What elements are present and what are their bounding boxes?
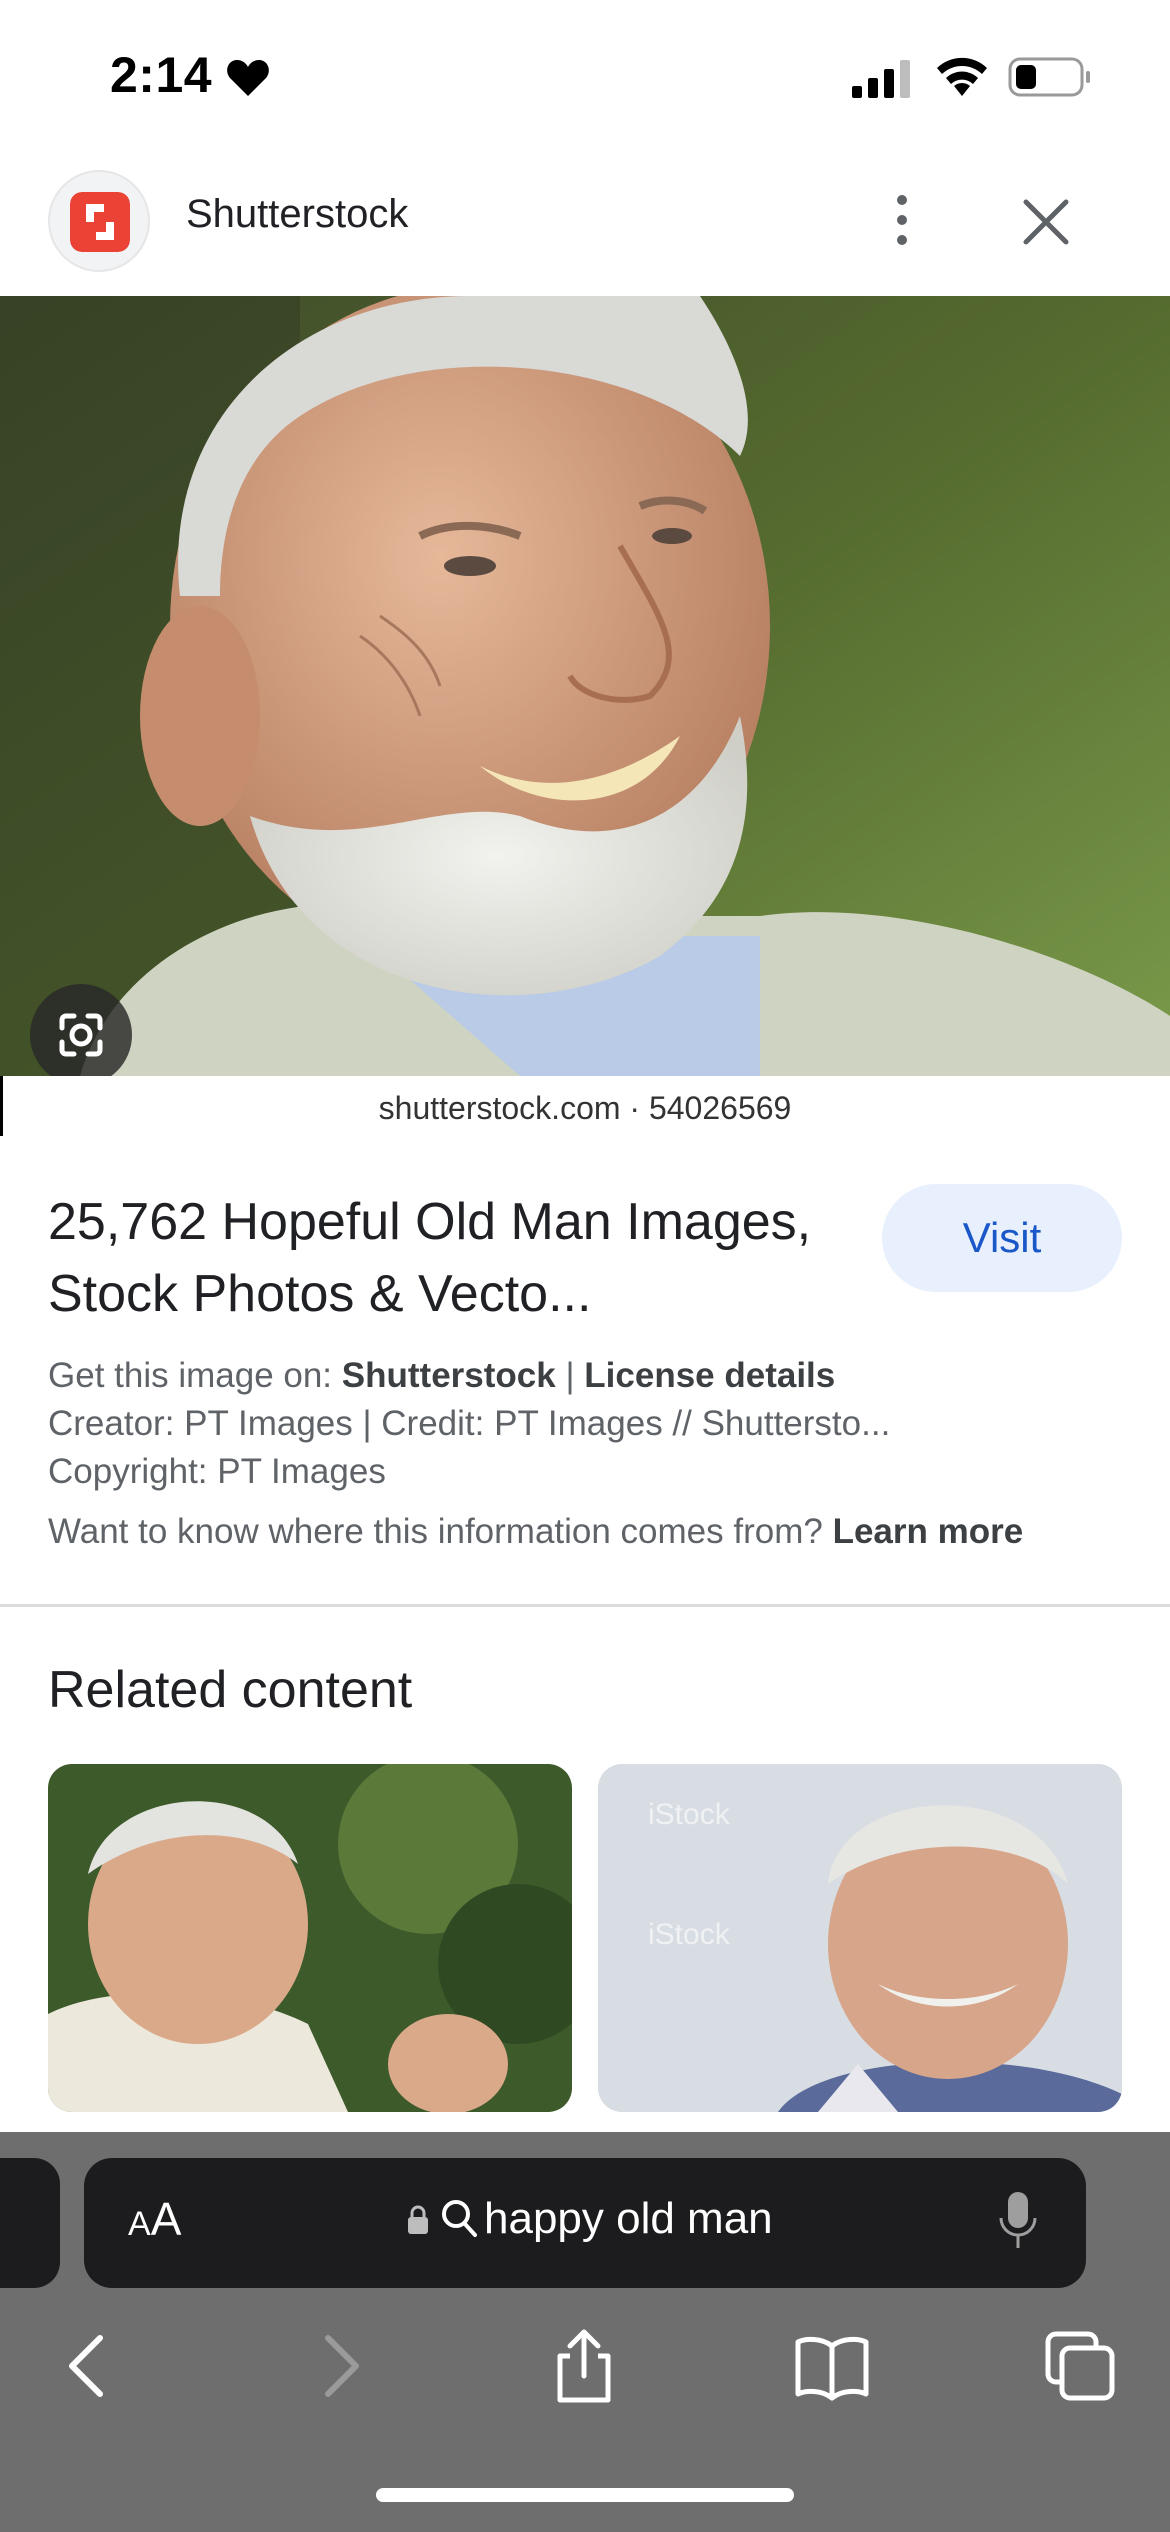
source-prefix: Get this image on:: [48, 1356, 333, 1395]
related-thumbnail[interactable]: [48, 1764, 572, 2112]
lens-icon: [59, 1013, 103, 1057]
status-bar: 2:14: [0, 0, 1170, 150]
info-source-line: Want to know where this information come…: [48, 1512, 1023, 1552]
shutterstock-logo-icon: [48, 170, 150, 272]
wifi-icon: [937, 57, 987, 96]
visit-button[interactable]: Visit: [882, 1184, 1122, 1292]
cellular-signal-icon: [852, 60, 910, 98]
related-thumbnail[interactable]: iStock iStock: [598, 1764, 1122, 2112]
bookmarks-icon[interactable]: [792, 2326, 872, 2406]
lock-icon: [408, 2205, 428, 2234]
main-image[interactable]: [0, 296, 1170, 1076]
creator-line: Creator: PT Images | Credit: PT Images /…: [48, 1404, 891, 1443]
more-options-icon[interactable]: [880, 190, 924, 250]
divider: [0, 1604, 1170, 1607]
aa-small: A: [128, 2205, 151, 2243]
forward-icon[interactable]: [300, 2326, 380, 2406]
previous-tab-edge[interactable]: [0, 2158, 60, 2288]
source-line: Get this image on: Shutterstock | Licens…: [48, 1356, 835, 1396]
heart-icon: [227, 60, 269, 96]
separator: |: [565, 1356, 575, 1395]
source-link[interactable]: Shutterstock: [342, 1356, 556, 1395]
result-title[interactable]: 25,762 Hopeful Old Man Images, Stock Pho…: [48, 1186, 868, 1330]
thumb-watermark: iStock: [648, 1918, 731, 1951]
back-icon[interactable]: [48, 2326, 128, 2406]
share-icon[interactable]: [544, 2326, 624, 2406]
info-question: Want to know where this information come…: [48, 1512, 823, 1551]
status-time: 2:14: [110, 47, 213, 103]
reader-settings-button[interactable]: AA: [128, 2192, 181, 2246]
license-details-link[interactable]: License details: [584, 1356, 835, 1395]
source-name: Shutterstock: [186, 192, 409, 236]
learn-more-link[interactable]: Learn more: [833, 1512, 1024, 1551]
aa-large: A: [150, 2193, 182, 2245]
related-heading: Related content: [48, 1661, 413, 1719]
address-text[interactable]: happy old man: [484, 2194, 773, 2244]
tabs-icon[interactable]: [1040, 2326, 1120, 2406]
battery-icon: [1008, 57, 1090, 97]
image-watermark: shutterstock.com · 54026569: [378, 1090, 792, 1126]
source-header: Shutterstock: [0, 160, 1170, 296]
thumb-watermark: iStock: [648, 1798, 731, 1831]
google-lens-button[interactable]: [30, 984, 132, 1086]
search-icon: [442, 2200, 477, 2237]
home-indicator[interactable]: [376, 2488, 794, 2502]
close-icon[interactable]: [1016, 192, 1076, 252]
copyright-line: Copyright: PT Images: [48, 1452, 386, 1491]
microphone-icon[interactable]: [998, 2190, 1038, 2254]
